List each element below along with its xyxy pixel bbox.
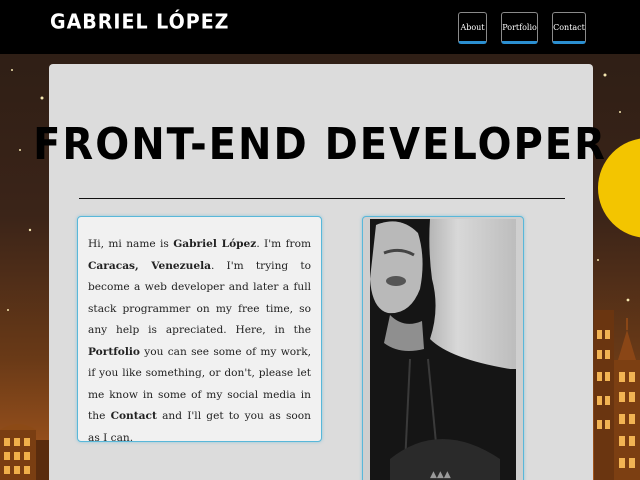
nav-portfolio-button[interactable]: Portfolio (501, 12, 538, 44)
right-buildings (594, 310, 640, 480)
page-title: FRONT-END DEVELOPER (33, 120, 607, 170)
bio-paragraph: Hi, mi name is Gabriel López. I'm from C… (88, 234, 311, 449)
bio-name: Gabriel López (173, 238, 257, 250)
nav-about-button[interactable]: About (458, 12, 487, 44)
nav-contact-button[interactable]: Contact (552, 12, 586, 44)
profile-photo-card: ▲▲▲ (362, 216, 524, 480)
title-divider (79, 198, 565, 199)
svg-text:▲▲▲: ▲▲▲ (430, 470, 451, 480)
brand-logo-text[interactable]: GABRIEL LÓPEZ (50, 10, 229, 34)
left-buildings (0, 424, 50, 480)
bio-portfolio-mention: Portfolio (88, 345, 140, 358)
bio-contact-mention: Contact (110, 410, 157, 422)
profile-photo: ▲▲▲ (370, 219, 516, 480)
bio-city: Caracas, Venezuela (88, 259, 211, 272)
bio-text-part: Hi, mi name is (88, 238, 174, 250)
bio-text-part: . I'm from (256, 238, 311, 250)
bio-card: Hi, mi name is Gabriel López. I'm from C… (77, 216, 322, 444)
top-navbar: GABRIEL LÓPEZ About Portfolio Contact (0, 0, 640, 54)
